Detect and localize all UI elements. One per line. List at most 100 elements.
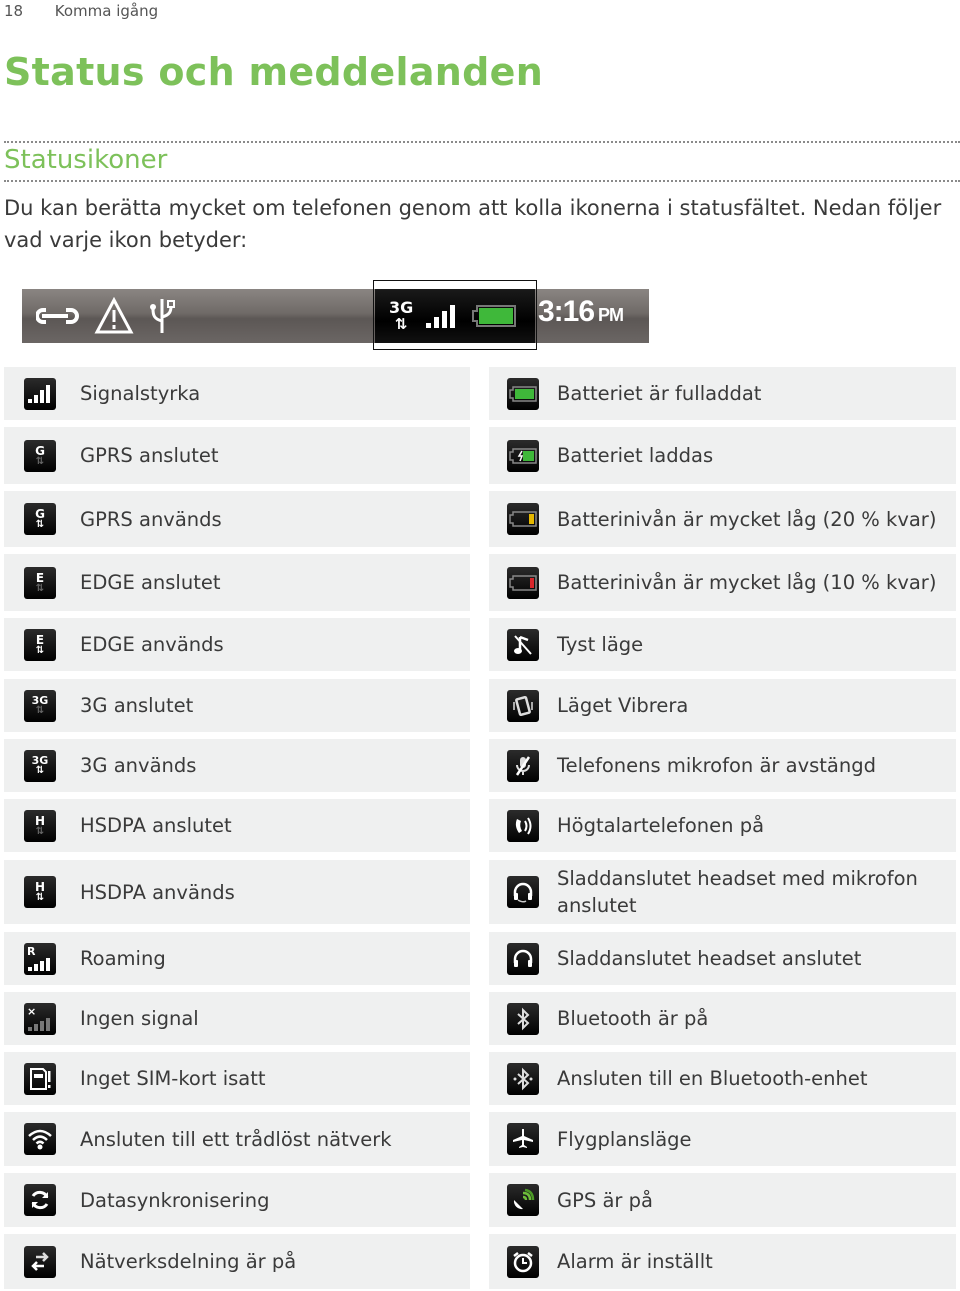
icon-description: Signalstyrka [80, 382, 201, 405]
alarm-icon [507, 1245, 539, 1278]
airplane-mode-icon [507, 1123, 539, 1155]
table-row: × Ingen signal [4, 992, 470, 1045]
icon-description: GPRS anslutet [80, 444, 219, 467]
icon-description: Alarm är inställt [557, 1250, 713, 1273]
hsdpa-in-use-icon: H ⇅ [24, 876, 56, 908]
wifi-icon [24, 1123, 56, 1155]
usb-icon [148, 297, 178, 335]
table-row: Signalstyrka [4, 367, 470, 420]
intro-paragraph: Du kan berätta mycket om telefonen genom… [4, 196, 942, 252]
table-row: H ⇅ HSDPA används [4, 860, 470, 924]
icon-description: GPRS används [80, 507, 222, 531]
table-row: H ⇅ HSDPA anslutet [4, 799, 470, 852]
table-row: Bluetooth är på [489, 992, 956, 1045]
page-header: 18 Komma igång [4, 2, 158, 20]
no-sim-icon [24, 1062, 56, 1095]
hsdpa-connected-icon: H ⇅ [24, 809, 56, 842]
icon-description: Sladdanslutet headset med mikrofon anslu… [557, 867, 918, 917]
3g-connected-icon: 3G ⇅ [24, 689, 56, 722]
table-row: G ⇅ GPRS används [4, 491, 470, 547]
table-row: Flygplansläge [489, 1112, 956, 1166]
icon-description: Datasynkronisering [80, 1188, 270, 1212]
table-row: E ⇅ EDGE anslutet [4, 554, 470, 611]
edge-in-use-icon: E ⇅ [24, 628, 56, 661]
icon-description: Sladdanslutet headset anslutet [557, 947, 862, 970]
icon-description: Ansluten till ett trådlöst nätverk [80, 1127, 392, 1151]
section-subtitle: Statusikoner [4, 145, 168, 175]
warning-icon [94, 297, 134, 335]
headset-icon [507, 942, 539, 975]
table-row: Batterinivån är mycket låg (10 % kvar) [489, 554, 956, 611]
gprs-in-use-icon: G ⇅ [24, 503, 56, 535]
icon-description: Bluetooth är på [557, 1007, 709, 1030]
icon-description: Läget Vibrera [557, 694, 689, 717]
status-bar-left-icons [36, 297, 178, 335]
battery-full-icon [507, 377, 539, 410]
table-row: Inget SIM-kort isatt [4, 1052, 470, 1105]
icon-description: Inget SIM-kort isatt [80, 1067, 266, 1090]
icon-description: Flygplansläge [557, 1127, 692, 1151]
icon-description: EDGE används [80, 633, 224, 656]
icon-description: Batteriet laddas [557, 444, 714, 467]
gprs-connected-icon: G ⇅ [24, 439, 56, 472]
table-row: Datasynkronisering [4, 1173, 470, 1227]
table-row: Alarm är inställt [489, 1234, 956, 1289]
highlight-frame [373, 280, 537, 350]
icon-description: Roaming [80, 947, 166, 970]
table-row: G ⇅ GPRS anslutet [4, 427, 470, 484]
table-row: Tyst läge [489, 618, 956, 671]
table-row: 3G ⇅ 3G används [4, 739, 470, 792]
table-row: Batteriet laddas [489, 427, 956, 484]
battery-charging-icon [507, 439, 539, 472]
icon-description: Ingen signal [80, 1007, 199, 1030]
signal-strength-icon [24, 377, 56, 410]
icon-description: GPS är på [557, 1188, 653, 1212]
icon-description: Ansluten till en Bluetooth-enhet [557, 1067, 868, 1090]
battery-low-10-icon [507, 566, 539, 599]
table-row: GPS är på [489, 1173, 956, 1227]
table-row: Telefonens mikrofon är avstängd [489, 739, 956, 792]
icon-description: Batteriet är fulladdat [557, 382, 762, 405]
headset-mic-icon [507, 876, 539, 908]
table-row: E ⇅ EDGE används [4, 618, 470, 671]
clock-ampm: PM [598, 305, 624, 325]
status-bar-clock: 3:16 PM [538, 295, 624, 329]
icon-description: HSDPA används [80, 880, 235, 904]
3g-in-use-icon: 3G ⇅ [24, 749, 56, 782]
icon-description: Tyst läge [557, 633, 644, 656]
sync-icon [24, 1184, 56, 1216]
icon-description: Batterinivån är mycket låg (20 % kvar) [557, 507, 937, 531]
divider [4, 141, 960, 143]
section-name: Komma igång [54, 2, 159, 20]
link-icon [36, 301, 80, 331]
icon-description: EDGE anslutet [80, 571, 221, 594]
divider [4, 180, 960, 182]
page-number: 18 [4, 2, 24, 20]
status-bar-illustration: 3G ⇅ 3:16 PM [22, 289, 649, 343]
table-row: 3G ⇅ 3G anslutet [4, 679, 470, 732]
table-row: Läget Vibrera [489, 679, 956, 732]
table-row: Ansluten till en Bluetooth-enhet [489, 1052, 956, 1105]
page-title: Status och meddelanden [4, 50, 544, 94]
no-signal-icon: × [24, 1002, 56, 1035]
icon-description: Högtalartelefonen på [557, 814, 765, 837]
speakerphone-icon [507, 809, 539, 842]
icon-description: HSDPA anslutet [80, 814, 232, 837]
roaming-icon: R [24, 942, 56, 975]
bluetooth-connected-icon [507, 1062, 539, 1095]
table-row: Batterinivån är mycket låg (20 % kvar) [489, 491, 956, 547]
icon-description: 3G anslutet [80, 694, 194, 717]
gps-icon [507, 1184, 539, 1216]
silent-mode-icon [507, 628, 539, 661]
battery-low-20-icon [507, 503, 539, 535]
table-row: Ansluten till ett trådlöst nätverk [4, 1112, 470, 1166]
table-row: Sladdanslutet headset med mikrofon anslu… [489, 860, 956, 924]
icon-description: Telefonens mikrofon är avstängd [557, 754, 876, 777]
table-row: R Roaming [4, 932, 470, 985]
table-row: Batteriet är fulladdat [489, 367, 956, 420]
edge-connected-icon: E ⇅ [24, 566, 56, 599]
icon-description: Nätverksdelning är på [80, 1250, 297, 1273]
icon-description: Batterinivån är mycket låg (10 % kvar) [557, 571, 937, 594]
vibrate-mode-icon [507, 689, 539, 722]
table-row: Nätverksdelning är på [4, 1234, 470, 1289]
